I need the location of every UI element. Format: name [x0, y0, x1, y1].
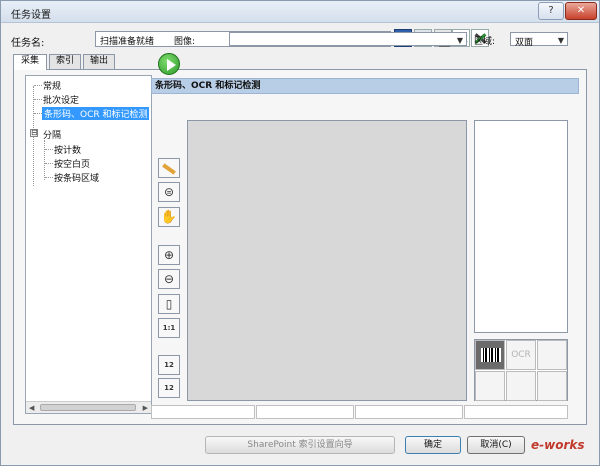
- chevron-down-icon: ▼: [558, 36, 564, 45]
- zoom-out-button[interactable]: ⊖: [158, 269, 180, 289]
- image-label: 图像:: [174, 34, 195, 47]
- pencil-icon: [162, 163, 176, 174]
- scroll-thumb[interactable]: [40, 404, 136, 411]
- tree-item-general[interactable]: 常规: [43, 79, 61, 92]
- ok-button[interactable]: 确定: [405, 436, 461, 454]
- ocr-tool-button[interactable]: OCR: [506, 340, 536, 370]
- scroll-left-icon[interactable]: ◀: [29, 404, 34, 412]
- settings-tool-button[interactable]: [475, 371, 505, 401]
- hand-icon: ✋: [159, 210, 179, 225]
- settings-tree: 常规 批次设定 条形码、OCR 和标记检测 ⊟ 分隔 按计数 按空白页 按条码区…: [25, 75, 152, 414]
- region-dropdown[interactable]: 双面 ▼: [510, 32, 568, 46]
- tree-line: [45, 177, 53, 178]
- tree-line: [44, 140, 45, 180]
- region-tool-grid: OCR: [474, 339, 568, 401]
- actual-size-button[interactable]: 1:1: [158, 318, 180, 338]
- tab-output[interactable]: 输出: [83, 54, 115, 69]
- eraser-zoom-icon: ⊜: [159, 185, 179, 199]
- barcode-tool-button[interactable]: [475, 340, 505, 370]
- copy-tool-button[interactable]: [506, 371, 536, 401]
- region-label: 区域:: [474, 34, 495, 47]
- tree-item-by-barcode-region[interactable]: 按条码区域: [54, 171, 99, 184]
- tree-item-by-blank-page[interactable]: 按空白页: [54, 157, 90, 170]
- region-list[interactable]: [474, 120, 568, 333]
- task-name-label: 任务名:: [11, 34, 44, 49]
- status-cell-2: [256, 405, 354, 419]
- tree-item-batch[interactable]: 批次设定: [43, 93, 79, 106]
- image-dropdown[interactable]: ▼: [229, 32, 467, 46]
- tree-item-barcode-ocr[interactable]: 条形码、OCR 和标记检测: [42, 107, 149, 120]
- fit-page-icon: ▯: [159, 297, 179, 311]
- fit-page-button[interactable]: ▯: [158, 294, 180, 314]
- pencil-tool-button[interactable]: [158, 158, 180, 178]
- task-name-value: 扫描准备就绪: [100, 34, 154, 47]
- mark-tool-button[interactable]: [537, 340, 567, 370]
- tab-capture[interactable]: 采集: [13, 54, 47, 70]
- image-preview-area[interactable]: [187, 120, 467, 401]
- section-header: 条形码、OCR 和标记检测: [151, 78, 579, 94]
- help-button[interactable]: ?: [538, 2, 564, 20]
- task-settings-window: 任务设置 ? ✕ 任务名: 扫描准备就绪 ▼ 采集 索引 输出 常规 批次设定 …: [0, 0, 600, 466]
- tree-item-separation[interactable]: 分隔: [43, 128, 61, 141]
- window-title: 任务设置: [11, 6, 51, 21]
- chevron-down-icon: ▼: [457, 36, 463, 45]
- scroll-right-icon[interactable]: ▶: [143, 404, 148, 412]
- close-button[interactable]: ✕: [565, 2, 597, 20]
- collapse-icon[interactable]: ⊟: [30, 129, 38, 137]
- tree-line: [45, 163, 53, 164]
- title-bar: 任务设置 ? ✕: [1, 1, 599, 23]
- tree-line: [34, 85, 42, 86]
- tree-horizontal-scrollbar[interactable]: ◀ ▶: [26, 401, 151, 413]
- watermark-logo: e-works: [531, 438, 585, 452]
- eraser-zoom-button[interactable]: ⊜: [158, 182, 180, 202]
- sharepoint-wizard-button[interactable]: SharePoint 索引设置向导: [205, 436, 395, 454]
- status-cell-3: [355, 405, 463, 419]
- status-cell-4: [464, 405, 568, 419]
- tree-line: [45, 149, 53, 150]
- region-value: 双面: [515, 35, 533, 48]
- rotate-12-icon: 12: [159, 361, 179, 369]
- tree-item-by-count[interactable]: 按计数: [54, 143, 81, 156]
- rotate-button-2[interactable]: 12: [158, 378, 180, 398]
- tree-line: [34, 99, 42, 100]
- actual-size-icon: 1:1: [159, 324, 179, 332]
- status-cell-1: [151, 405, 255, 419]
- zoom-out-icon: ⊖: [159, 272, 179, 286]
- play-icon[interactable]: [158, 53, 180, 75]
- zoom-in-button[interactable]: ⊕: [158, 245, 180, 265]
- rotate-12b-icon: 12: [159, 384, 179, 392]
- barcode-icon: [481, 348, 501, 362]
- zoom-in-icon: ⊕: [159, 248, 179, 262]
- tree-line: [34, 113, 42, 114]
- tab-index[interactable]: 索引: [49, 54, 81, 69]
- trash-tool-button[interactable]: [537, 371, 567, 401]
- cancel-button[interactable]: 取消(C): [467, 436, 525, 454]
- rotate-button-1[interactable]: 12: [158, 355, 180, 375]
- hand-tool-button[interactable]: ✋: [158, 207, 180, 227]
